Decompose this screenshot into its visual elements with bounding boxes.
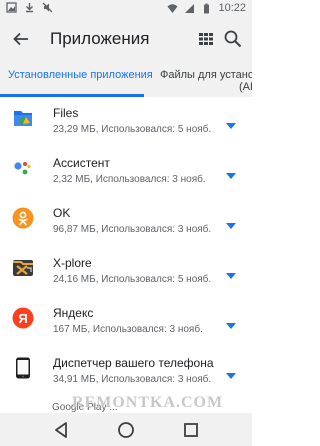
app-name: X-plore	[53, 256, 92, 270]
gallery-notification-icon	[6, 2, 17, 13]
page-title: Приложения	[50, 29, 150, 48]
battery-icon	[204, 3, 210, 13]
app-name: Яндекс	[53, 306, 94, 320]
wifi-icon	[167, 3, 178, 13]
tab-apk-files[interactable]: Файлы для устано (APK	[160, 69, 252, 93]
grid-view-icon[interactable]	[196, 29, 216, 49]
list-item[interactable]: Ассистент 2,32 МБ, Использовался: 3 нояб…	[0, 147, 252, 195]
app-bar: Приложения	[0, 17, 252, 61]
clock: 10:22	[218, 2, 246, 14]
files-icon	[14, 111, 32, 126]
cell-signal-icon	[185, 3, 195, 13]
list-item[interactable]: Диспетчер вашего телефона 34,91 МБ, Испо…	[0, 347, 252, 395]
app-details: 34,91 МБ, Использовался: 3 нояб.	[53, 374, 212, 385]
app-details: 23,29 МБ, Использовался: 5 нояб.	[53, 124, 212, 135]
list-item[interactable]: OK 96,87 МБ, Использовался: 3 нояб.	[0, 197, 252, 245]
nav-home-icon[interactable]	[115, 419, 137, 441]
search-icon[interactable]	[222, 28, 244, 50]
back-arrow-icon[interactable]	[8, 26, 34, 52]
status-bar: 10:22	[0, 0, 252, 17]
nav-recents-icon[interactable]	[180, 419, 202, 441]
app-details: 167 МБ, Использовался: 3 нояб.	[53, 324, 203, 335]
yandex-icon: Я	[12, 307, 34, 329]
app-name: Ассистент	[53, 156, 110, 170]
tab-bar: Установленные приложения Файлы для устан…	[0, 61, 252, 97]
xplore-icon	[13, 260, 33, 276]
navigation-bar	[0, 413, 252, 446]
tab-apk-label: Файлы для устано	[160, 69, 252, 81]
app-details: 2,32 МБ, Использовался: 3 нояб.	[53, 174, 206, 185]
watermark: REMONTKA.COM	[72, 394, 224, 411]
app-name: Files	[53, 106, 79, 120]
download-icon	[26, 3, 33, 13]
nav-back-icon[interactable]	[50, 419, 72, 441]
phone-manager-icon	[16, 357, 30, 379]
chevron-down-icon[interactable]	[226, 323, 236, 329]
list-item[interactable]: Files 23,29 МБ, Использовался: 5 нояб.	[0, 97, 252, 145]
chevron-down-icon[interactable]	[226, 123, 236, 129]
ok-icon	[12, 207, 34, 229]
app-name: OK	[53, 206, 71, 220]
assistant-icon	[14, 162, 31, 175]
svg-text:Я: Я	[18, 311, 27, 326]
list-item[interactable]: Я Яндекс 167 МБ, Использовался: 3 нояб.	[0, 297, 252, 345]
list-item[interactable]: X-plore 24,16 МБ, Использовался: 5 нояб.	[0, 247, 252, 295]
chevron-down-icon[interactable]	[226, 173, 236, 179]
app-details: 24,16 МБ, Использовался: 5 нояб.	[53, 274, 212, 285]
app-details: 96,87 МБ, Использовался: 3 нояб.	[53, 224, 212, 235]
chevron-down-icon[interactable]	[226, 223, 236, 229]
chevron-down-icon[interactable]	[226, 273, 236, 279]
tab-apk-label-tail: (APK	[239, 81, 252, 93]
muted-icon	[42, 2, 53, 13]
tab-installed[interactable]: Установленные приложения	[8, 69, 153, 81]
chevron-down-icon[interactable]	[226, 373, 236, 379]
app-name: Диспетчер вашего телефона	[53, 356, 214, 370]
